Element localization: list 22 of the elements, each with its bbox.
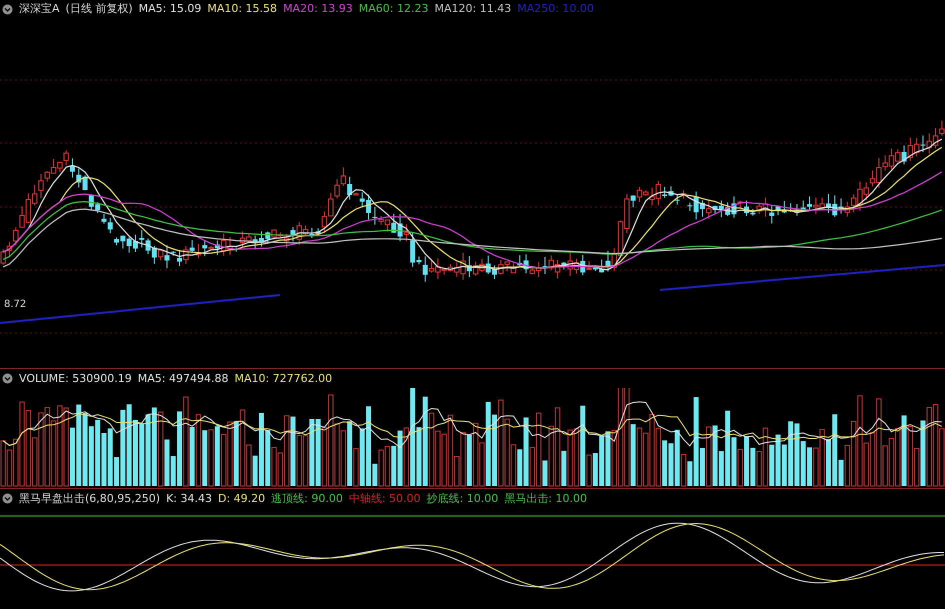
indicator-value: 抄底线: 10.00 — [426, 492, 498, 506]
indicator-value: MA10: 727762.00 — [234, 372, 332, 386]
chart-mode: (日线 前复权) — [66, 2, 133, 16]
indicator-value: MA5: 497494.88 — [138, 372, 228, 386]
indicator-value: 中轴线: 50.00 — [348, 492, 421, 506]
indicator-value: 黑马出击: 10.00 — [504, 492, 587, 506]
indicator-value: MA20: 13.93 — [283, 2, 353, 16]
stock-title: 深深宝A — [19, 2, 60, 16]
indicator-value: MA60: 12.23 — [358, 2, 428, 16]
chevron-circle-icon[interactable] — [2, 373, 13, 384]
indicator-title: 黑马早盘出击(6,80,95,250) — [19, 492, 160, 506]
indicator-value: MA250: 10.00 — [517, 2, 594, 16]
indicator-value: MA10: 15.58 — [207, 2, 278, 16]
indicator-value: MA5: 15.09 — [138, 2, 202, 16]
indicator-value: 逃顶线: 90.00 — [271, 492, 343, 506]
chevron-circle-icon[interactable] — [2, 4, 13, 14]
chevron-circle-icon[interactable] — [2, 493, 13, 504]
indicator-value: D: 49.20 — [218, 492, 266, 506]
indicator-value: K: 34.43 — [166, 492, 212, 506]
indicator-value: VOLUME: 530900.19 — [19, 372, 132, 386]
indicator-value: MA120: 11.43 — [434, 2, 512, 16]
low-price-marker: 8.72 — [4, 298, 26, 311]
